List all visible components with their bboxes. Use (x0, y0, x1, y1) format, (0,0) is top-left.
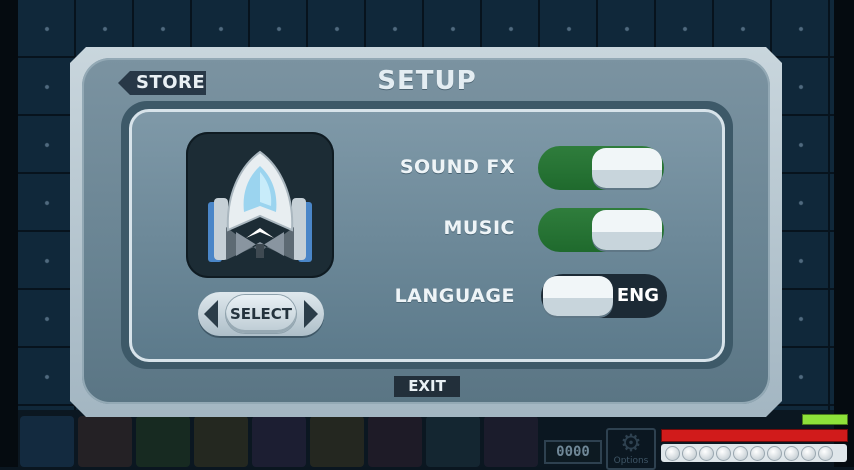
ammo-dot (801, 446, 816, 461)
ammo-dot (682, 446, 697, 461)
energy-bar (802, 414, 848, 425)
language-label: LANGUAGE (394, 285, 515, 307)
sound-fx-toggle[interactable] (538, 146, 664, 190)
options-button[interactable]: ⚙ Options (606, 428, 656, 470)
ammo-dot (767, 446, 782, 461)
score-counter: 0000 (544, 440, 602, 464)
ammo-dot (784, 446, 799, 461)
ammo-dot (716, 446, 731, 461)
sound-fx-label: SOUND FX (399, 156, 515, 178)
hud-slot-7[interactable] (368, 416, 422, 467)
exit-button[interactable]: EXIT (394, 376, 460, 397)
options-label: Options (613, 456, 649, 466)
ship-select-control: SELECT (198, 292, 324, 336)
hud-slot-9[interactable] (484, 416, 538, 467)
ammo-indicator (661, 444, 847, 462)
select-button[interactable]: SELECT (226, 295, 296, 333)
language-value: ENG (616, 285, 659, 306)
toggle-knob (543, 276, 613, 316)
music-toggle[interactable] (538, 208, 664, 252)
bottom-hud: 0000 ⚙ Options (18, 410, 848, 470)
hud-slot-1[interactable] (20, 416, 74, 467)
health-bar (661, 429, 848, 442)
music-label: MUSIC (443, 217, 515, 239)
dialog-title: SETUP (377, 66, 477, 96)
hud-slot-6[interactable] (310, 416, 364, 467)
hud-slot-4[interactable] (194, 416, 248, 467)
ammo-dot (699, 446, 714, 461)
language-toggle[interactable]: ENG (541, 274, 667, 318)
toggle-knob (592, 210, 662, 250)
spaceship-icon (208, 150, 312, 262)
ammo-dot (665, 446, 680, 461)
previous-ship-arrow-icon[interactable] (204, 300, 218, 328)
toggle-knob (592, 148, 662, 188)
ammo-dot (818, 446, 833, 461)
hud-slot-8[interactable] (426, 416, 480, 467)
ammo-dot (750, 446, 765, 461)
gear-icon: ⚙ (620, 429, 642, 457)
ammo-dot (733, 446, 748, 461)
hud-slot-5[interactable] (252, 416, 306, 467)
ship-preview (186, 132, 334, 278)
hud-slot-2[interactable] (78, 416, 132, 467)
hud-slot-3[interactable] (136, 416, 190, 467)
